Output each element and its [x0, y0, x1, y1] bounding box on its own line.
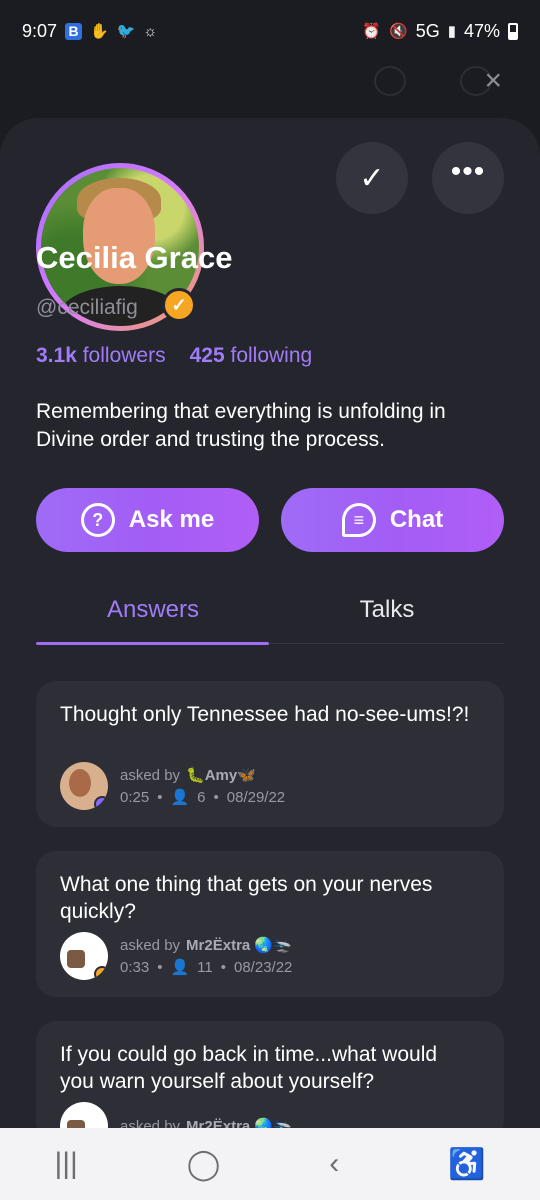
more-icon: •••: [450, 155, 486, 188]
profile-bio: Remembering that everything is unfolding…: [36, 400, 446, 451]
profile-handle: @ceciliafig: [36, 296, 138, 319]
answer-question: If you could go back in time...what woul…: [60, 1043, 438, 1093]
network-label: 5G: [415, 20, 440, 41]
asker-badge-icon: [94, 966, 108, 980]
android-navigation-bar: ||| ◯ ‹ ♿: [0, 1128, 540, 1200]
asker-avatar[interactable]: [60, 762, 108, 810]
answer-question: What one thing that gets on your nerves …: [60, 873, 433, 923]
verified-badge-icon: ✓: [162, 288, 196, 322]
answer-card[interactable]: What one thing that gets on your nerves …: [36, 851, 504, 997]
separator-dot: •: [157, 788, 163, 806]
back-icon[interactable]: ‹: [329, 1147, 339, 1181]
separator-dot: •: [157, 958, 163, 976]
b-app-icon: B: [65, 22, 83, 40]
ask-me-label: Ask me: [128, 506, 215, 533]
followers-label: followers: [82, 344, 166, 367]
alarm-icon: ⏰: [362, 23, 381, 40]
followers-link[interactable]: 3.1k followers: [36, 344, 166, 368]
separator-dot: •: [220, 958, 226, 976]
battery-label: 47%: [463, 20, 500, 41]
recent-apps-icon[interactable]: |||: [54, 1147, 77, 1181]
tab-talks[interactable]: Talks: [270, 588, 504, 643]
status-bar: 9:07 B ✋ 🐦 ☼ ⏰ 🔇 5G ▮ 47%: [0, 0, 540, 62]
chat-label: Chat: [389, 506, 444, 533]
following-link[interactable]: 425 following: [190, 344, 313, 368]
home-icon[interactable]: ◯: [187, 1147, 221, 1182]
asked-by-line: asked by Mr2Ëxtra 🌏🛬: [120, 936, 292, 955]
answer-stats: 0:33 • 👤 11 • 08/23/22: [120, 958, 293, 977]
profile-sheet: ✓ ✓ ••• Cecilia Grace @ceciliafig 3.1k f…: [0, 118, 540, 1150]
answer-duration: 0:25: [120, 788, 150, 806]
answer-meta-text: asked by 🐛Amy🦋 0:25 • 👤 6 • 08/29/22: [120, 766, 286, 807]
asked-by-label: asked by: [120, 936, 181, 954]
battery-icon: [508, 22, 518, 40]
asked-by-line: asked by 🐛Amy🦋: [120, 766, 285, 785]
following-label: following: [230, 344, 313, 367]
answer-card[interactable]: If you could go back in time...what woul…: [36, 1021, 504, 1150]
answer-date: 08/29/22: [226, 788, 286, 806]
background-chat-icon: [374, 66, 406, 96]
asker-avatar[interactable]: [60, 932, 108, 980]
answer-views: 11: [197, 958, 213, 976]
person-icon: 👤: [170, 959, 190, 976]
answer-meta: asked by Mr2Ëxtra 🌏🛬 0:33 • 👤 11 • 08/23/22: [60, 931, 292, 981]
following-count: 425: [189, 344, 225, 367]
asked-by-label: asked by: [120, 766, 181, 784]
answer-views: 6: [197, 788, 206, 806]
answer-stats: 0:25 • 👤 6 • 08/29/22: [120, 788, 286, 807]
asker-badge-icon: [94, 796, 108, 810]
more-options-button[interactable]: •••: [432, 142, 504, 214]
check-icon: ✓: [359, 161, 385, 195]
twitter-icon: 🐦: [116, 23, 136, 40]
separator-dot: •: [213, 788, 219, 806]
hand-icon: ✋: [90, 23, 109, 40]
accessibility-icon[interactable]: ♿: [448, 1147, 485, 1182]
asker-name[interactable]: 🐛Amy🦋: [186, 766, 256, 784]
answer-question: Thought only Tennessee had no-see-ums!?!: [60, 703, 470, 726]
mute-icon: 🔇: [389, 23, 408, 40]
background-header: [0, 62, 540, 122]
followers-count: 3.1k: [36, 344, 77, 367]
chat-button[interactable]: ≡ Chat: [281, 488, 504, 552]
status-right: ⏰ 🔇 5G ▮ 47%: [362, 21, 518, 42]
profile-name: Cecilia Grace: [36, 240, 233, 275]
signal-icon: ▮: [447, 23, 456, 40]
close-icon[interactable]: ×: [484, 64, 502, 98]
answer-meta-text: asked by Mr2Ëxtra 🌏🛬 0:33 • 👤 11 • 08/23/22: [120, 936, 293, 977]
question-badge-icon: ?: [80, 503, 115, 537]
ask-me-button[interactable]: ? Ask me: [36, 488, 259, 552]
follow-stats: 3.1k followers 425 following: [36, 344, 312, 368]
answer-duration: 0:33: [120, 958, 150, 976]
answer-card[interactable]: Thought only Tennessee had no-see-ums!?!…: [36, 681, 504, 827]
profile-tabs: Answers Talks: [36, 588, 504, 645]
notification-icon: ☼: [143, 22, 158, 40]
status-left: 9:07 B ✋ 🐦 ☼: [22, 21, 157, 42]
chat-icon: ≡: [341, 503, 376, 537]
check-button[interactable]: ✓: [336, 142, 408, 214]
status-time: 9:07: [22, 20, 58, 41]
person-icon: 👤: [170, 789, 190, 806]
asker-name[interactable]: Mr2Ëxtra 🌏🛬: [186, 936, 292, 954]
answer-date: 08/23/22: [234, 958, 293, 976]
tab-answers[interactable]: Answers: [36, 588, 270, 645]
answer-meta: asked by 🐛Amy🦋 0:25 • 👤 6 • 08/29/22: [60, 761, 285, 811]
